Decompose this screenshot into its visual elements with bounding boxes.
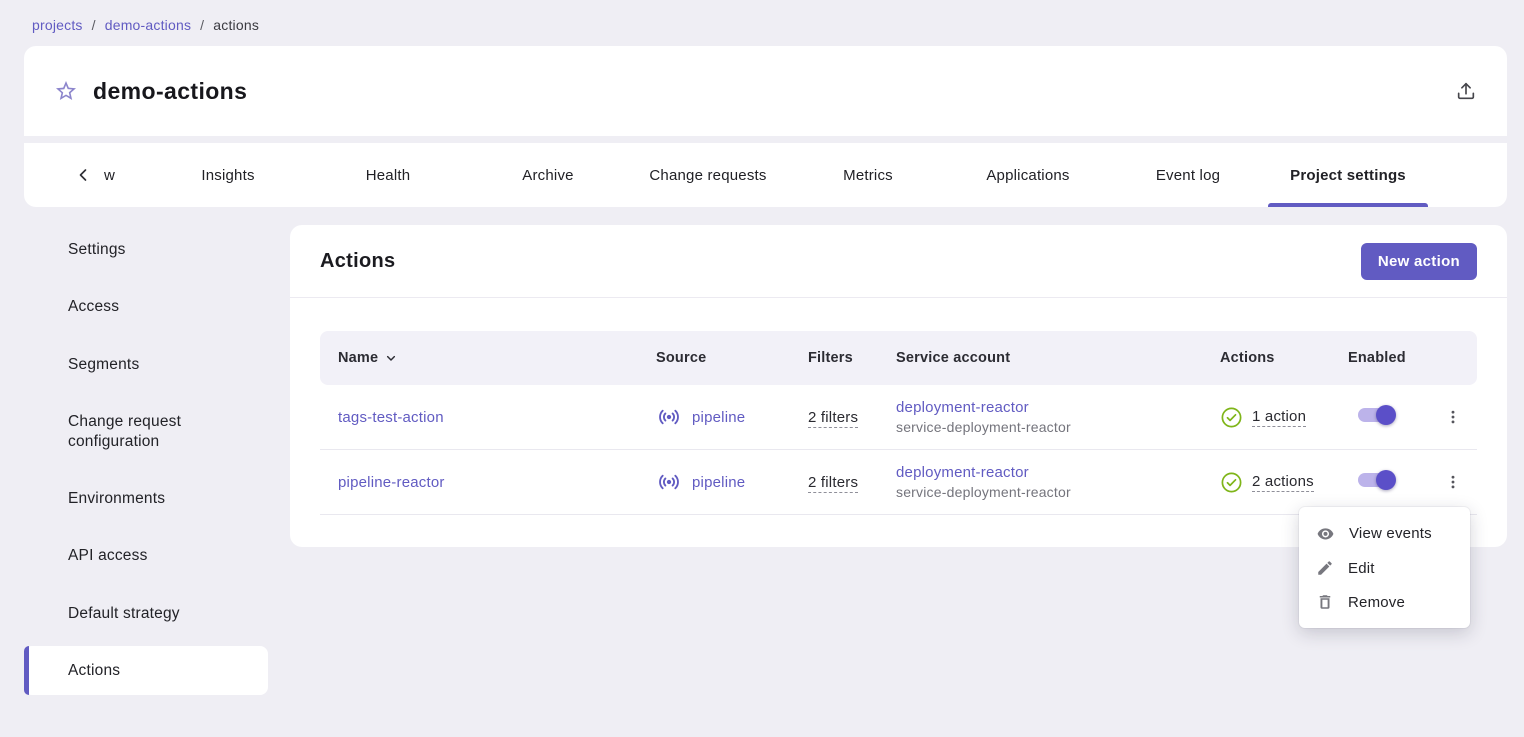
toggle-thumb <box>1376 470 1396 490</box>
filters-count[interactable]: 2 filters <box>808 409 858 428</box>
table-row: pipeline-reactor pipeline <box>320 450 1477 515</box>
sidebar-item-change-request-configuration[interactable]: Change request configuration <box>24 397 268 466</box>
menu-item-label: View events <box>1349 525 1432 542</box>
new-action-button[interactable]: New action <box>1361 243 1477 280</box>
breadcrumb-link-demo-actions[interactable]: demo-actions <box>105 17 191 33</box>
tab-archive[interactable]: Archive <box>468 143 628 207</box>
kebab-icon <box>1444 408 1462 426</box>
menu-item-remove[interactable]: Remove <box>1299 585 1470 619</box>
menu-item-edit[interactable]: Edit <box>1299 551 1470 585</box>
sidebar-item-api-access[interactable]: API access <box>24 531 268 580</box>
breadcrumb-separator: / <box>200 17 204 33</box>
service-account-link[interactable]: deployment-reactor <box>896 399 1220 416</box>
menu-item-label: Edit <box>1348 560 1375 577</box>
column-header-name-label: Name <box>338 350 378 366</box>
sidebar-item-default-strategy[interactable]: Default strategy <box>24 589 268 638</box>
actions-panel: Actions New action Name Source Filters S… <box>290 225 1507 547</box>
trash-icon <box>1316 593 1334 611</box>
column-header-filters: Filters <box>808 350 896 366</box>
service-account-link[interactable]: deployment-reactor <box>896 464 1220 481</box>
source-label: pipeline <box>692 409 745 426</box>
sidebar-item-access[interactable]: Access <box>24 282 268 331</box>
tab-event-log[interactable]: Event log <box>1108 143 1268 207</box>
actions-count[interactable]: 1 action <box>1252 408 1306 427</box>
service-account-token: service-deployment-reactor <box>896 419 1071 435</box>
project-title: demo-actions <box>93 78 247 105</box>
sidebar-item-segments[interactable]: Segments <box>24 340 268 389</box>
column-header-enabled: Enabled <box>1348 350 1437 366</box>
chevron-left-icon <box>73 165 93 185</box>
check-circle-icon <box>1220 406 1243 429</box>
breadcrumb-link-projects[interactable]: projects <box>32 17 83 33</box>
breadcrumb-separator: / <box>92 17 96 33</box>
project-tab-bar: w Insights Health Archive Change request… <box>24 143 1507 207</box>
tab-overview-clipped[interactable]: w <box>98 143 148 207</box>
source-label: pipeline <box>692 474 745 491</box>
source-link[interactable]: pipeline <box>656 404 808 430</box>
tab-metrics[interactable]: Metrics <box>788 143 948 207</box>
row-menu-button[interactable] <box>1437 466 1469 498</box>
table-row: tags-test-action pipeline <box>320 385 1477 450</box>
menu-item-view-events[interactable]: View events <box>1299 516 1470 551</box>
sidebar-item-settings[interactable]: Settings <box>24 225 268 274</box>
breadcrumb-current-actions: actions <box>213 17 259 33</box>
actions-count[interactable]: 2 actions <box>1252 473 1314 492</box>
row-context-menu: View events Edit Remove <box>1299 507 1470 628</box>
toggle-thumb <box>1376 405 1396 425</box>
column-header-source: Source <box>656 350 808 366</box>
action-name-link[interactable]: pipeline-reactor <box>338 474 445 491</box>
eye-icon <box>1316 524 1335 543</box>
broadcast-icon <box>656 469 682 495</box>
tab-insights[interactable]: Insights <box>148 143 308 207</box>
project-header: demo-actions <box>24 46 1507 136</box>
panel-title: Actions <box>320 250 395 273</box>
source-link[interactable]: pipeline <box>656 469 808 495</box>
tab-project-settings[interactable]: Project settings <box>1268 143 1428 207</box>
column-header-service-account: Service account <box>896 350 1220 366</box>
action-name-link[interactable]: tags-test-action <box>338 409 444 426</box>
check-circle-icon <box>1220 471 1243 494</box>
favorite-star-button[interactable] <box>54 79 78 103</box>
tab-health[interactable]: Health <box>308 143 468 207</box>
table-header-row: Name Source Filters Service account Acti… <box>320 331 1477 385</box>
sidebar-item-actions[interactable]: Actions <box>24 646 268 695</box>
breadcrumb: projects / demo-actions / actions <box>0 0 1524 46</box>
column-header-actions: Actions <box>1220 350 1348 366</box>
enabled-toggle[interactable] <box>1358 408 1392 422</box>
menu-item-label: Remove <box>1348 594 1405 611</box>
settings-sidebar: Settings Access Segments Change request … <box>24 225 268 703</box>
tab-applications[interactable]: Applications <box>948 143 1108 207</box>
sidebar-item-environments[interactable]: Environments <box>24 474 268 523</box>
enabled-toggle[interactable] <box>1358 473 1392 487</box>
filters-count[interactable]: 2 filters <box>808 474 858 493</box>
sort-chevron-down-icon <box>383 350 399 366</box>
column-header-name[interactable]: Name <box>320 350 656 366</box>
star-icon <box>54 79 78 103</box>
tab-change-requests[interactable]: Change requests <box>628 143 788 207</box>
pencil-icon <box>1316 559 1334 577</box>
upload-icon <box>1455 80 1477 102</box>
service-account-token: service-deployment-reactor <box>896 484 1071 500</box>
row-menu-button[interactable] <box>1437 401 1469 433</box>
actions-panel-header: Actions New action <box>290 225 1507 298</box>
export-button[interactable] <box>1455 80 1477 102</box>
kebab-icon <box>1444 473 1462 491</box>
tabs-scroll-left-button[interactable] <box>68 143 98 207</box>
broadcast-icon <box>656 404 682 430</box>
